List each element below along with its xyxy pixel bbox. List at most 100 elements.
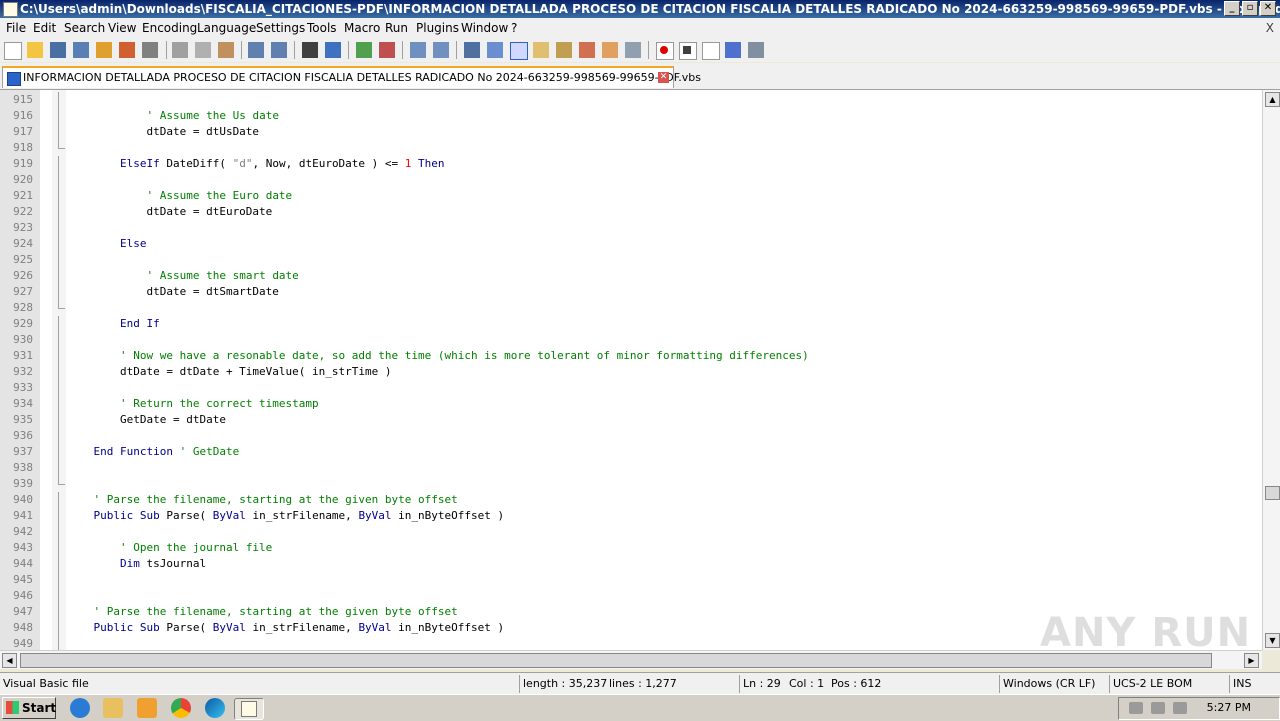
code-line[interactable]: 945 [0, 572, 1262, 588]
close-window-button[interactable]: ✕ [1260, 1, 1276, 16]
code-line[interactable]: 921 ' Assume the Euro date [0, 188, 1262, 204]
code-line[interactable]: 942 [0, 524, 1262, 540]
menu-file[interactable]: File [6, 21, 26, 35]
redo-icon[interactable] [271, 42, 287, 58]
code-line[interactable]: 944 Dim tsJournal [0, 556, 1262, 572]
save-icon[interactable] [50, 42, 66, 58]
menu-run[interactable]: Run [385, 21, 408, 35]
code-line[interactable]: 917 dtDate = dtUsDate [0, 124, 1262, 140]
code-line[interactable]: 923 [0, 220, 1262, 236]
zoom-in-icon[interactable] [356, 42, 372, 58]
stop-macro-icon[interactable] [679, 42, 697, 60]
find-icon[interactable] [302, 42, 318, 58]
file-explorer-icon[interactable] [103, 698, 123, 718]
document-tab[interactable]: INFORMACION DETALLADA PROCESO DE CITACIO… [2, 66, 701, 88]
code-line[interactable]: 941 Public Sub Parse( ByVal in_strFilena… [0, 508, 1262, 524]
function-list-icon[interactable] [579, 42, 595, 58]
code-line[interactable]: 930 [0, 332, 1262, 348]
scroll-up-icon[interactable]: ▲ [1265, 92, 1280, 107]
horizontal-scroll-thumb[interactable] [20, 653, 1212, 668]
play-multiple-icon[interactable] [725, 42, 741, 58]
code-line[interactable]: 933 [0, 380, 1262, 396]
monitoring-eye-icon[interactable] [625, 42, 641, 58]
clock[interactable]: 5:27 PM [1207, 701, 1251, 714]
code-line[interactable]: 932 dtDate = dtDate + TimeValue( in_strT… [0, 364, 1262, 380]
menu-window[interactable]: Window [461, 21, 508, 35]
close-file-icon[interactable] [96, 42, 112, 58]
play-macro-icon[interactable] [702, 42, 720, 60]
code-line[interactable]: 943 ' Open the journal file [0, 540, 1262, 556]
vertical-scroll-thumb[interactable] [1265, 486, 1280, 500]
word-wrap-icon[interactable] [464, 42, 480, 58]
flag-notification-icon[interactable] [1173, 702, 1187, 714]
doc-map-icon[interactable] [556, 42, 572, 58]
paste-icon[interactable] [218, 42, 234, 58]
save-all-icon[interactable] [73, 42, 89, 58]
copy-icon[interactable] [195, 42, 211, 58]
code-line[interactable]: 938 [0, 460, 1262, 476]
code-line[interactable]: 920 [0, 172, 1262, 188]
sync-horizontal-icon[interactable] [433, 42, 449, 58]
sync-vertical-icon[interactable] [410, 42, 426, 58]
undo-icon[interactable] [248, 42, 264, 58]
code-line[interactable]: 926 ' Assume the smart date [0, 268, 1262, 284]
code-editor[interactable]: 915 916 ' Assume the Us date 917 dtDate = … [0, 90, 1262, 650]
indent-guide-icon[interactable] [510, 42, 528, 60]
menu-help[interactable]: ? [511, 21, 517, 35]
code-line[interactable]: 935 GetDate = dtDate [0, 412, 1262, 428]
menu-language[interactable]: Language [197, 21, 256, 35]
code-line[interactable]: 931 ' Now we have a resonable date, so a… [0, 348, 1262, 364]
menu-settings[interactable]: Settings [256, 21, 305, 35]
chrome-icon[interactable] [171, 698, 191, 718]
internet-explorer-icon[interactable] [70, 698, 90, 718]
save-macro-icon[interactable] [748, 42, 764, 58]
udl-icon[interactable] [533, 42, 549, 58]
code-line[interactable]: 916 ' Assume the Us date [0, 108, 1262, 124]
menu-plugins[interactable]: Plugins [416, 21, 459, 35]
code-line[interactable]: 936 [0, 428, 1262, 444]
code-line[interactable]: 922 dtDate = dtEuroDate [0, 204, 1262, 220]
menu-edit[interactable]: Edit [33, 21, 56, 35]
replace-icon[interactable] [325, 42, 341, 58]
show-all-chars-icon[interactable] [487, 42, 503, 58]
code-line[interactable]: 939 [0, 476, 1262, 492]
scroll-left-icon[interactable]: ◀ [2, 653, 17, 668]
speaker-icon[interactable] [1129, 702, 1143, 714]
menu-view[interactable]: View [108, 21, 136, 35]
record-macro-icon[interactable] [656, 42, 674, 60]
media-player-icon[interactable] [137, 698, 157, 718]
code-line[interactable]: 934 ' Return the correct timestamp [0, 396, 1262, 412]
cut-icon[interactable] [172, 42, 188, 58]
code-line[interactable]: 927 dtDate = dtSmartDate [0, 284, 1262, 300]
code-line[interactable]: 918 [0, 140, 1262, 156]
maximize-button[interactable]: ▫ [1242, 1, 1258, 16]
code-line[interactable]: 924 Else [0, 236, 1262, 252]
vertical-scrollbar[interactable]: ▲ ▼ [1262, 90, 1280, 650]
code-line[interactable]: 915 [0, 92, 1262, 108]
edge-icon[interactable] [205, 698, 225, 718]
menu-tools[interactable]: Tools [307, 21, 337, 35]
notepadpp-taskbar-button[interactable] [234, 698, 264, 720]
close-document-x[interactable]: X [1266, 21, 1274, 35]
tab-close-icon[interactable]: ✕ [658, 72, 669, 83]
menu-search[interactable]: Search [64, 21, 105, 35]
folder-workspace-icon[interactable] [602, 42, 618, 58]
scroll-down-icon[interactable]: ▼ [1265, 633, 1280, 648]
code-line[interactable]: 919 ElseIf DateDiff( "d", Now, dtEuroDat… [0, 156, 1262, 172]
menu-encoding[interactable]: Encoding [142, 21, 197, 35]
code-line[interactable]: 928 [0, 300, 1262, 316]
code-line[interactable]: 946 [0, 588, 1262, 604]
start-button[interactable]: Start [2, 697, 56, 719]
network-icon[interactable] [1151, 702, 1165, 714]
zoom-out-icon[interactable] [379, 42, 395, 58]
code-line[interactable]: 940 ' Parse the filename, starting at th… [0, 492, 1262, 508]
new-file-icon[interactable] [4, 42, 22, 60]
code-line[interactable]: 937 End Function ' GetDate [0, 444, 1262, 460]
code-line[interactable]: 925 [0, 252, 1262, 268]
print-icon[interactable] [142, 42, 158, 58]
close-all-icon[interactable] [119, 42, 135, 58]
code-line[interactable]: 929 End If [0, 316, 1262, 332]
minimize-button[interactable]: _ [1224, 1, 1240, 16]
menu-macro[interactable]: Macro [344, 21, 380, 35]
open-file-icon[interactable] [27, 42, 43, 58]
